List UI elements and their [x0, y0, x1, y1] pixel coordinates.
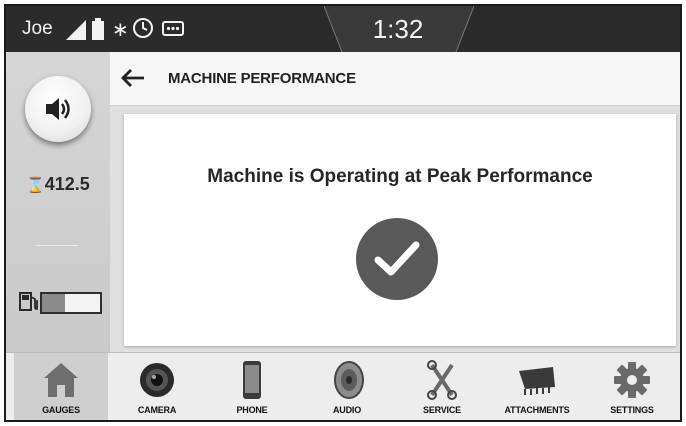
- left-gauge-panel: ⌛412.5: [6, 52, 110, 352]
- bluetooth-icon: ∗: [112, 17, 129, 41]
- page-title: MACHINE PERFORMANCE: [168, 70, 356, 87]
- nav-audio[interactable]: AUDIO: [300, 353, 394, 420]
- signal-icon: [66, 20, 86, 40]
- volume-button[interactable]: [25, 76, 91, 142]
- back-arrow-icon[interactable]: [120, 67, 146, 89]
- clock-icon: [133, 18, 153, 38]
- fuel-pump-icon: [19, 292, 38, 311]
- message-icon: [162, 21, 184, 36]
- clock-time: 1:32: [372, 14, 424, 44]
- main-content: Machine is Operating at Peak Performance: [110, 106, 680, 352]
- phone-icon: [243, 361, 261, 399]
- page-header: MACHINE PERFORMANCE: [110, 52, 680, 106]
- wrench-icon: [427, 360, 457, 400]
- nav-label: SERVICE: [423, 405, 461, 415]
- camera-icon: [140, 363, 174, 397]
- battery-icon: [92, 18, 104, 40]
- engine-hours-value: 412.5: [44, 174, 90, 194]
- nav-label: ATTACHMENTS: [504, 405, 570, 415]
- nav-gauges[interactable]: GAUGES: [14, 353, 108, 420]
- nav-phone[interactable]: PHONE: [205, 353, 299, 420]
- nav-label: SETTINGS: [610, 405, 654, 415]
- speaker-icon: [46, 98, 70, 120]
- nav-service[interactable]: SERVICE: [395, 353, 489, 420]
- panel-divider: [36, 245, 78, 246]
- performance-card: Machine is Operating at Peak Performance: [124, 114, 676, 346]
- speaker-cone-icon: [334, 361, 364, 399]
- engine-hours: ⌛412.5: [26, 174, 90, 195]
- fuel-level-fill: [42, 294, 66, 312]
- nav-label: CAMERA: [137, 405, 177, 415]
- checkmark-icon: [356, 218, 438, 300]
- gear-icon: [614, 362, 650, 398]
- nav-settings[interactable]: SETTINGS: [585, 353, 679, 420]
- user-name: Joe: [22, 18, 53, 39]
- display-frame: Joe ∗ 1:32 ⌛412.5 MACHINE PERFORMANCE Ma…: [4, 4, 682, 422]
- bucket-icon: [519, 367, 555, 395]
- nav-label: PHONE: [236, 405, 268, 415]
- nav-attachments[interactable]: ATTACHMENTS: [490, 353, 584, 420]
- nav-label: GAUGES: [42, 405, 80, 415]
- hourglass-icon: ⌛: [26, 176, 45, 194]
- fuel-level-bar: [40, 292, 102, 314]
- bottom-nav: GAUGES CAMERA PHONE AUDIO SERVICE ATTACH…: [6, 352, 680, 420]
- status-message: Machine is Operating at Peak Performance: [207, 166, 593, 187]
- nav-label: AUDIO: [333, 405, 361, 415]
- nav-camera[interactable]: CAMERA: [110, 353, 204, 420]
- status-bar: Joe ∗ 1:32: [6, 6, 680, 52]
- house-icon: [44, 363, 78, 397]
